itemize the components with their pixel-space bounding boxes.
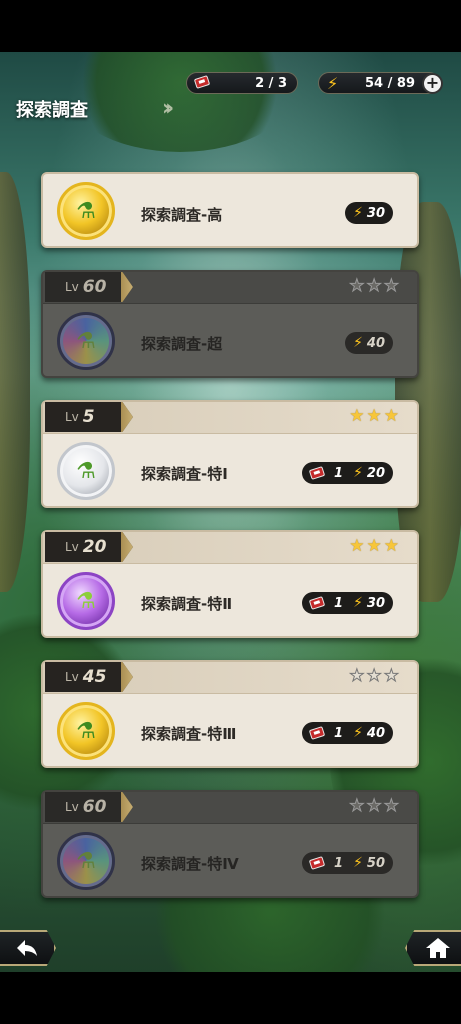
stage-name: 探索調査-特Ⅲ [141,725,237,743]
stage-card[interactable]: ⚗ 探索調査-高 ⚡ 30 [41,172,419,248]
stage-cost: ⚡ 40 [345,332,393,354]
page-title: 探索調査 [16,100,88,121]
star-icon: ★ [383,276,399,296]
potion-orb-icon: ⚗ [57,572,115,630]
energy-icon: ⚡ [353,335,363,351]
star-icon: ★ [349,796,365,816]
energy-icon: ⚡ [353,855,363,871]
level-requirement: Lv 60 [45,792,133,822]
star-icon: ★ [366,666,382,686]
energy-cost: 30 [366,595,385,611]
potion-orb-icon: ⚗ [57,312,115,370]
stage-name: 探索調査-特Ⅱ [141,595,233,613]
energy-icon: ⚡ [353,465,363,481]
stage-name: 探索調査-特Ⅰ [141,465,228,483]
energy-cost: 30 [366,205,385,221]
stage-card[interactable]: Lv 45 ★ ★ ★ ⚗ 探索調査-特Ⅲ 1 ⚡ 40 [41,660,419,768]
ticket-cost: 1 [334,465,344,481]
star-icon: ★ [349,536,365,556]
stage-cost: ⚡ 30 [345,202,393,224]
stage-card[interactable]: Lv 60 ★ ★ ★ ⚗ 探索調査-超 ⚡ 40 [41,270,419,378]
star-icon: ★ [366,796,382,816]
star-icon: ★ [383,666,399,686]
energy-icon: ⚡ [327,74,339,93]
home-button[interactable] [405,930,461,966]
level-requirement: Lv 20 [45,532,133,562]
star-icon: ★ [349,666,365,686]
energy-icon: ⚡ [353,595,363,611]
stage-name: 探索調査-超 [141,335,223,353]
star-icon: ★ [349,406,365,426]
star-rating: ★ ★ ★ [349,666,400,686]
energy-icon: ⚡ [353,205,363,221]
stage-cost: 1 ⚡ 50 [302,852,393,874]
potion-orb-icon: ⚗ [57,442,115,500]
star-icon: ★ [383,536,399,556]
stage-cost: 1 ⚡ 40 [302,722,393,744]
star-rating: ★ ★ ★ [349,408,399,425]
energy-count: 54 / 89 [365,75,415,91]
ticket-cost: 1 [334,725,344,741]
title-chevron-icon: ›› [162,96,174,121]
home-icon [426,938,450,958]
star-icon: ★ [366,276,382,296]
back-button[interactable] [0,930,56,966]
stage-cost: 1 ⚡ 20 [302,462,393,484]
potion-orb-icon: ⚗ [57,182,115,240]
add-energy-button[interactable]: + [422,73,443,94]
stage-name: 探索調査-特Ⅳ [141,855,239,873]
ticket-cost: 1 [334,595,344,611]
energy-cost: 40 [366,725,385,741]
energy-cost: 20 [366,465,385,481]
potion-orb-icon: ⚗ [57,702,115,760]
ticket-counter: 2 / 3 [186,72,298,94]
ticket-icon [193,75,211,91]
ticket-icon [308,596,326,610]
stage-name: 探索調査-高 [141,206,223,224]
back-arrow-icon [17,940,37,956]
level-requirement: Lv 5 [45,402,133,432]
star-icon: ★ [383,796,399,816]
stage-cost: 1 ⚡ 30 [302,592,393,614]
star-icon: ★ [349,276,365,296]
star-rating: ★ ★ ★ [349,276,400,296]
ticket-icon [308,726,326,740]
level-requirement: Lv 45 [45,662,133,692]
stage-card[interactable]: Lv 5 ★ ★ ★ ⚗ 探索調査-特Ⅰ 1 ⚡ 20 [41,400,419,508]
energy-counter: ⚡ 54 / 89 + [318,72,443,94]
star-rating: ★ ★ ★ [349,796,400,816]
ticket-icon [308,466,326,480]
potion-orb-icon: ⚗ [57,832,115,890]
energy-cost: 50 [366,855,385,871]
level-requirement: Lv 60 [45,272,133,302]
star-icon: ★ [366,536,382,556]
ticket-cost: 1 [334,855,344,871]
energy-cost: 40 [366,335,385,351]
stage-card[interactable]: Lv 60 ★ ★ ★ ⚗ 探索調査-特Ⅳ 1 ⚡ 50 [41,790,419,898]
star-icon: ★ [383,406,399,426]
star-rating: ★ ★ ★ [349,538,399,555]
star-icon: ★ [366,406,382,426]
ticket-count: 2 / 3 [255,75,287,91]
stage-card[interactable]: Lv 20 ★ ★ ★ ⚗ 探索調査-特Ⅱ 1 ⚡ 30 [41,530,419,638]
ticket-icon [308,856,326,870]
energy-icon: ⚡ [353,725,363,741]
